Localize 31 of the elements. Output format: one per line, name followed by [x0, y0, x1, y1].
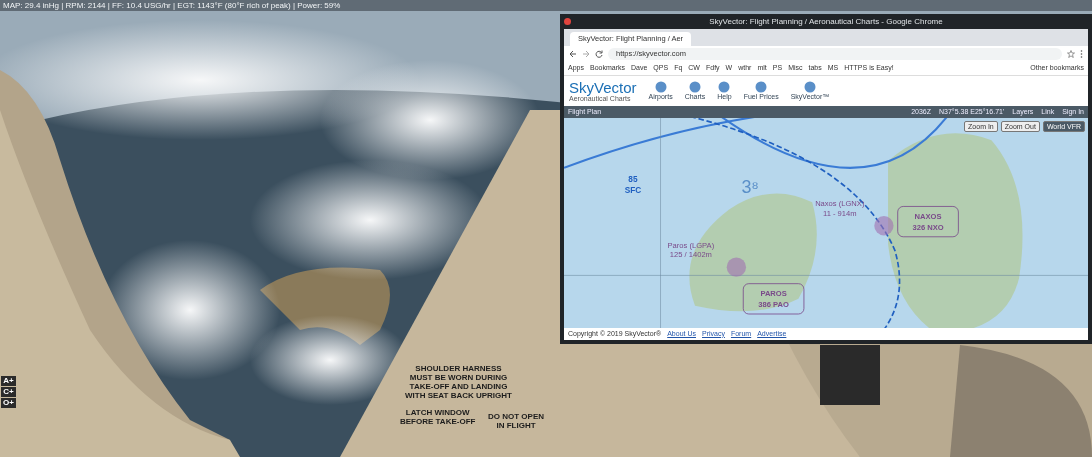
navaid-label: 386 PAO	[758, 300, 789, 310]
airport-label: 11 - 914m	[823, 209, 857, 219]
site-logo[interactable]: SkyVector	[569, 79, 637, 95]
side-button[interactable]: A+	[1, 376, 16, 386]
circle-icon[interactable]	[687, 81, 702, 93]
circle-icon[interactable]	[754, 81, 769, 93]
placard-text: SHOULDER HARNESS MUST BE WORN DURING TAKE-OFF AND LANDING WITH SEAT BACK UPRIGHT	[405, 364, 512, 400]
airport-label: Paros (LGPA)	[667, 240, 715, 250]
airport-label: 125 / 1402m	[669, 250, 712, 260]
placard-text: LATCH WINDOW BEFORE TAKE-OFF	[400, 408, 476, 426]
status-bar-text: MAP: 29.4 inHg | RPM: 2144 | FF: 10.4 USG/hr | EGT: 1143°F (80°F rich of peak) | Power: 59%	[0, 0, 1092, 11]
forward-icon[interactable]	[582, 50, 590, 58]
reload-icon[interactable]	[595, 50, 603, 58]
close-icon[interactable]	[564, 18, 571, 25]
airport-label: Naxos (LGNX)	[815, 199, 865, 209]
back-icon[interactable]	[569, 50, 577, 58]
window-title: SkyVector: Flight Planning / Aeronautical Charts - Google Chrome	[709, 17, 943, 26]
airspace-label: SFC	[624, 185, 642, 195]
placard-text: DO NOT OPEN IN FLIGHT	[488, 412, 544, 430]
navaid-label: NAXOS	[914, 211, 942, 221]
grid-label: 3⁸	[741, 176, 759, 197]
navaid-label: 326 NXO	[912, 222, 944, 232]
circle-icon[interactable]	[802, 81, 817, 93]
airspace-label: 85	[628, 174, 638, 184]
side-button[interactable]: C+	[1, 387, 16, 397]
side-button[interactable]: O+	[1, 398, 16, 408]
circle-icon[interactable]	[717, 81, 732, 93]
star-icon[interactable]	[1067, 50, 1075, 58]
circle-icon[interactable]	[653, 81, 668, 93]
navaid-label: PAROS	[760, 289, 787, 299]
menu-icon[interactable]	[1080, 50, 1083, 58]
